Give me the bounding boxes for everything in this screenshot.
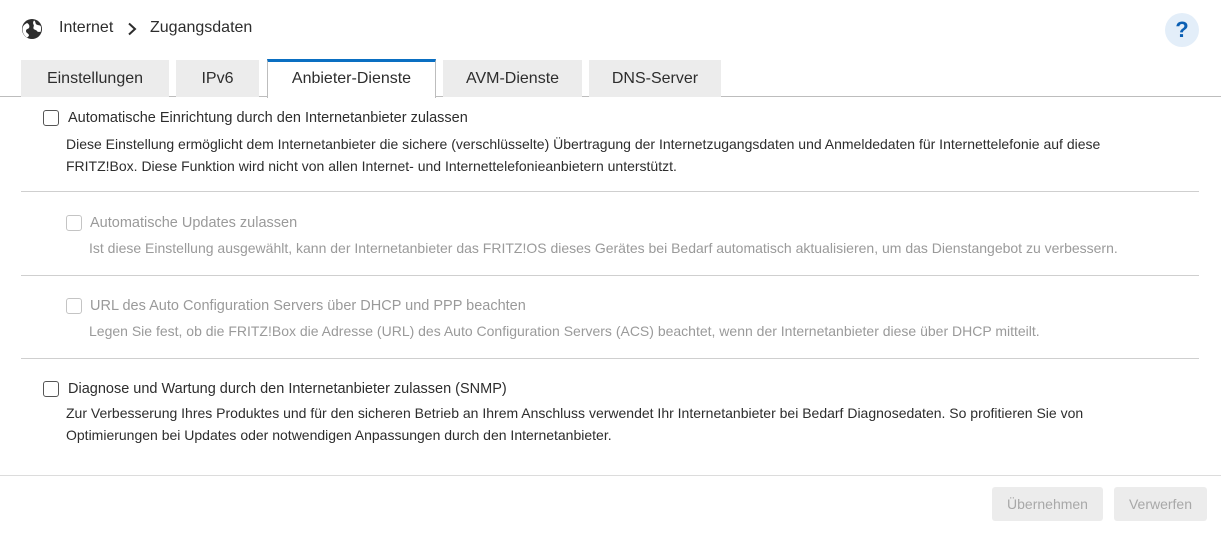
- tab-anbieter-dienste[interactable]: Anbieter-Dienste: [267, 59, 436, 98]
- description-line: Legen Sie fest, ob die FRITZ!Box die Adr…: [89, 323, 1040, 339]
- snmp-checkbox[interactable]: [43, 381, 59, 397]
- tab-dns-server[interactable]: DNS-Server: [589, 60, 721, 97]
- chevron-right-icon: [128, 22, 137, 36]
- snmp-label[interactable]: Diagnose und Wartung durch den Interneta…: [68, 381, 507, 397]
- description-line: Optimierungen bei Updates oder notwendig…: [66, 426, 612, 443]
- acs-url-checkbox: [66, 298, 82, 314]
- auto-updates-checkbox: [66, 215, 82, 231]
- description-line: Zur Verbesserung Ihres Produktes und für…: [66, 405, 1084, 421]
- divider: [21, 191, 1199, 192]
- auto-setup-checkbox[interactable]: [43, 110, 59, 126]
- apply-button[interactable]: Übernehmen: [992, 487, 1103, 521]
- snmp-description: Zur Verbesserung Ihres Produktes und für…: [66, 403, 1083, 446]
- tab-bar: Einstellungen IPv6 Anbieter-Dienste AVM-…: [0, 59, 1221, 98]
- acs-url-label: URL des Auto Configuration Servers über …: [90, 298, 526, 314]
- breadcrumb-internet[interactable]: Internet: [59, 19, 113, 37]
- help-button[interactable]: ?: [1165, 13, 1199, 47]
- tab-einstellungen[interactable]: Einstellungen: [21, 60, 169, 97]
- description-line: Diese Einstellung ermöglicht dem Interne…: [66, 136, 1101, 152]
- divider: [21, 358, 1199, 359]
- description-line: FRITZ!Box. Diese Funktion wird nicht von…: [66, 157, 677, 174]
- auto-setup-description: Diese Einstellung ermöglicht dem Interne…: [66, 134, 1100, 177]
- page-header: Internet Zugangsdaten ?: [0, 0, 1221, 58]
- globe-icon: [22, 19, 42, 39]
- help-icon: ?: [1175, 17, 1189, 42]
- auto-updates-label: Automatische Updates zulassen: [90, 215, 298, 231]
- tab-ipv6[interactable]: IPv6: [176, 60, 259, 97]
- footer-divider: [0, 475, 1221, 476]
- acs-url-description: Legen Sie fest, ob die FRITZ!Box die Adr…: [89, 321, 1040, 343]
- auto-setup-label[interactable]: Automatische Einrichtung durch den Inter…: [68, 110, 468, 126]
- description-line: Ist diese Einstellung ausgewählt, kann d…: [89, 240, 1118, 256]
- auto-updates-description: Ist diese Einstellung ausgewählt, kann d…: [89, 238, 1118, 260]
- breadcrumb-zugangsdaten: Zugangsdaten: [150, 19, 253, 36]
- discard-button[interactable]: Verwerfen: [1114, 487, 1207, 521]
- divider: [21, 275, 1199, 276]
- tab-avm-dienste[interactable]: AVM-Dienste: [443, 60, 582, 97]
